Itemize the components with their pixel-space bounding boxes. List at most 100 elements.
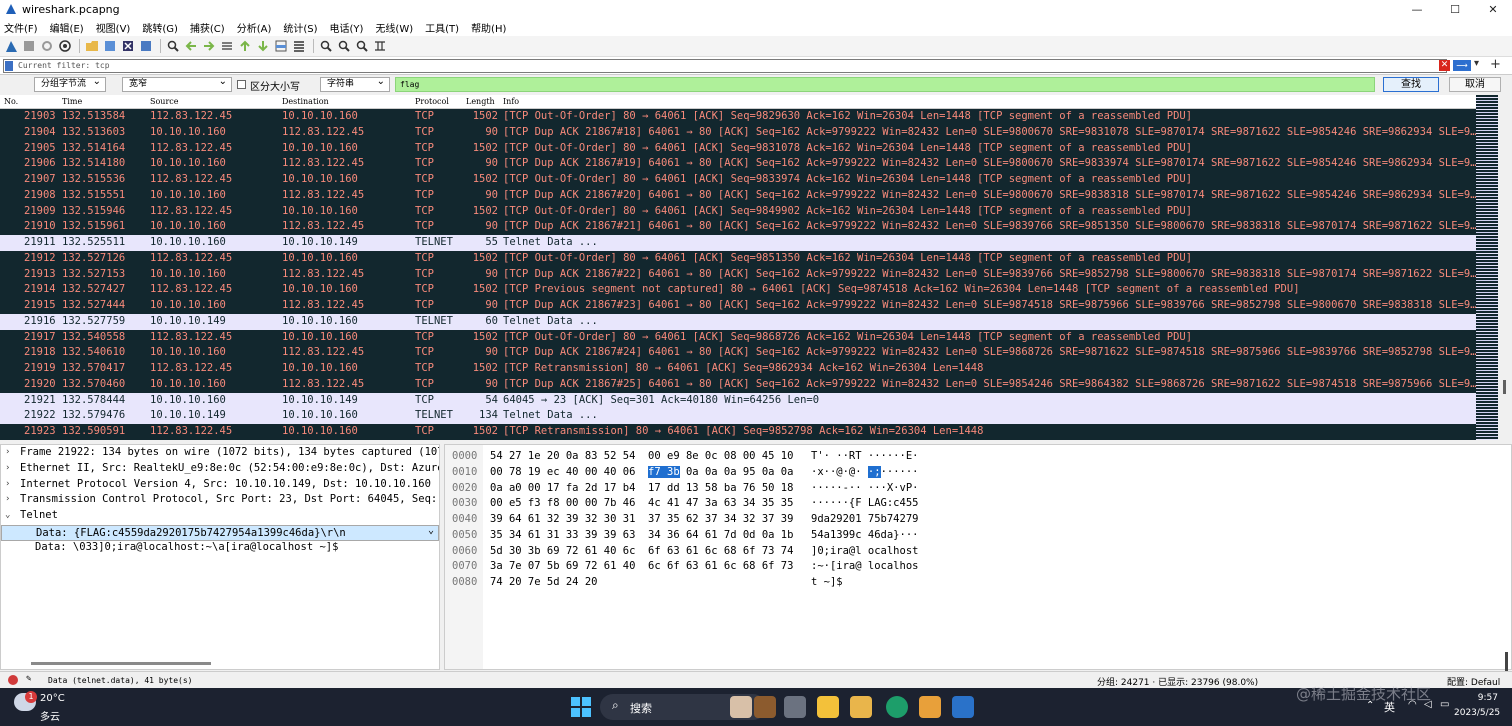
- menu-telephony[interactable]: 电话(Y): [330, 20, 364, 35]
- column-header-no[interactable]: No.: [4, 97, 18, 106]
- status-profile[interactable]: 配置: Defaul: [1447, 675, 1500, 688]
- resize-columns-icon[interactable]: [372, 38, 388, 54]
- column-header-length[interactable]: Length: [466, 97, 495, 106]
- packet-row[interactable]: 21913 132.527153 10.10.10.160 112.83.122.45…: [0, 267, 1476, 283]
- menu-file[interactable]: 文件(F): [4, 20, 38, 35]
- details-horizontal-scrollbar[interactable]: [31, 662, 211, 665]
- packet-row[interactable]: 21917 132.540558 112.83.122.45 10.10.10.160…: [0, 330, 1476, 346]
- taskbar-app-icon[interactable]: [919, 696, 941, 718]
- battery-icon[interactable]: ▭: [1440, 699, 1449, 710]
- byte-ascii[interactable]: ]0;ira@l ocalhost: [811, 544, 918, 560]
- byte-ascii[interactable]: :~·[ira@ localhos: [811, 559, 918, 575]
- restart-icon[interactable]: [39, 38, 55, 54]
- byte-hex[interactable]: 5d 30 3b 69 72 61 40 6c 6f 63 61 6c 68 6…: [490, 544, 793, 560]
- zoom-reset-icon[interactable]: [354, 38, 370, 54]
- menu-tools[interactable]: 工具(T): [425, 20, 459, 35]
- byte-ascii[interactable]: ·x··@·@· ·;······: [811, 465, 919, 481]
- menu-wireless[interactable]: 无线(W): [375, 20, 413, 35]
- packet-row[interactable]: 21919 132.570417 112.83.122.45 10.10.10.160…: [0, 361, 1476, 377]
- packet-row[interactable]: 21918 132.540610 10.10.10.160 112.83.122.45…: [0, 345, 1476, 361]
- weather-temp[interactable]: 20°C: [40, 693, 65, 704]
- column-header-time[interactable]: Time: [62, 97, 82, 106]
- search-scope-select[interactable]: 分组字节流: [34, 75, 106, 92]
- close-button[interactable]: ✕: [1474, 0, 1512, 18]
- taskbar-app-icon[interactable]: [784, 696, 806, 718]
- byte-ascii[interactable]: T'· ··RT ······E·: [811, 449, 918, 465]
- zoom-in-icon[interactable]: [318, 38, 334, 54]
- detail-tree-item[interactable]: › Transmission Control Protocol, Src Port…: [1, 492, 439, 508]
- scrollbar-thumb[interactable]: [1503, 380, 1506, 394]
- colorize-icon[interactable]: [291, 38, 307, 54]
- save-icon[interactable]: [102, 38, 118, 54]
- taskbar-app-icon[interactable]: [730, 696, 752, 718]
- start-menu-icon[interactable]: [571, 697, 591, 717]
- menu-capture[interactable]: 捕获(C): [190, 20, 225, 35]
- packet-row[interactable]: 21908 132.515551 10.10.10.160 112.83.122.45…: [0, 188, 1476, 204]
- fin-icon[interactable]: [3, 38, 19, 54]
- options-icon[interactable]: [57, 38, 73, 54]
- packet-minimap[interactable]: [1476, 95, 1498, 440]
- menu-edit[interactable]: 编辑(E): [50, 20, 84, 35]
- taskbar-app-icon[interactable]: [850, 696, 872, 718]
- edge-icon[interactable]: [886, 696, 908, 718]
- packet-row[interactable]: 21914 132.527427 112.83.122.45 10.10.10.160…: [0, 282, 1476, 298]
- packet-row[interactable]: 21912 132.527126 112.83.122.45 10.10.10.160…: [0, 251, 1476, 267]
- detail-tree-item[interactable]: › Ethernet II, Src: RealtekU_e9:8e:0c (52…: [1, 461, 439, 477]
- column-header-info[interactable]: Info: [503, 97, 519, 106]
- byte-hex[interactable]: 0a a0 00 17 fa 2d 17 b4 17 dd 13 58 ba 7…: [490, 481, 793, 497]
- byte-hex[interactable]: 74 20 7e 5d 24 20: [490, 575, 597, 591]
- packet-row[interactable]: 21911 132.525511 10.10.10.160 10.10.10.149 T…: [0, 235, 1476, 251]
- search-type-select[interactable]: 字符串: [320, 75, 390, 92]
- cancel-button[interactable]: 取消: [1449, 77, 1501, 92]
- expand-arrow-icon[interactable]: ›: [5, 477, 10, 493]
- autoscroll-icon[interactable]: [273, 38, 289, 54]
- case-sensitive-checkbox[interactable]: [237, 80, 246, 89]
- taskbar-app-icon[interactable]: [754, 696, 776, 718]
- packet-row[interactable]: 21922 132.579476 10.10.10.149 10.10.10.160 T…: [0, 408, 1476, 424]
- byte-ascii[interactable]: ·····-·· ···X·vP·: [811, 481, 918, 497]
- detail-tree-item[interactable]: ⌄ Telnet: [1, 508, 439, 524]
- byte-ascii[interactable]: ······{F LAG:c455: [811, 496, 918, 512]
- display-filter-input[interactable]: Current filter: tcp: [3, 59, 1447, 73]
- apply-filter-icon[interactable]: ⟶: [1453, 60, 1471, 71]
- packet-row[interactable]: 21923 132.590591 112.83.122.45 10.10.10.160…: [0, 424, 1476, 440]
- packet-row[interactable]: 21910 132.515961 10.10.10.160 112.83.122.45…: [0, 219, 1476, 235]
- byte-ascii[interactable]: t ~]$: [811, 575, 843, 591]
- forward-icon[interactable]: [201, 38, 217, 54]
- expand-arrow-icon[interactable]: ›: [5, 461, 10, 477]
- packet-row[interactable]: 21905 132.514164 112.83.122.45 10.10.10.160…: [0, 141, 1476, 157]
- menu-statistics[interactable]: 统计(S): [283, 20, 317, 35]
- detail-tree-item[interactable]: › Frame 21922: 134 bytes on wire (1072 bi…: [1, 445, 439, 461]
- edit-comment-icon[interactable]: ✎: [26, 674, 31, 684]
- menu-help[interactable]: 帮助(H): [471, 20, 506, 35]
- clock-time[interactable]: 9:57: [1456, 693, 1498, 703]
- byte-ascii[interactable]: 9da29201 75b74279: [811, 512, 918, 528]
- packet-row[interactable]: 21915 132.527444 10.10.10.160 112.83.122.45…: [0, 298, 1476, 314]
- wireshark-taskbar-icon[interactable]: [952, 696, 974, 718]
- clear-filter-icon[interactable]: ✕: [1439, 60, 1450, 71]
- expand-arrow-icon[interactable]: ›: [5, 492, 10, 508]
- byte-hex[interactable]: 00 78 19 ec 40 00 40 06 f7 3b 0a 0a 0a 9…: [490, 465, 793, 481]
- menu-view[interactable]: 视图(V): [96, 20, 131, 35]
- first-icon[interactable]: [237, 38, 253, 54]
- filter-dropdown-icon[interactable]: ▾: [1474, 58, 1479, 69]
- byte-hex[interactable]: 3a 7e 07 5b 69 72 61 40 6c 6f 63 61 6c 6…: [490, 559, 793, 575]
- byte-ascii[interactable]: 54a1399c 46da}···: [811, 528, 918, 544]
- packet-row[interactable]: 21921 132.578444 10.10.10.160 10.10.10.149 T…: [0, 392, 1476, 409]
- packet-row[interactable]: 21907 132.515536 112.83.122.45 10.10.10.160…: [0, 172, 1476, 188]
- expand-arrow-icon[interactable]: ⌄: [5, 508, 10, 524]
- detail-tree-item[interactable]: › Internet Protocol Version 4, Src: 10.10…: [1, 477, 439, 493]
- last-icon[interactable]: [255, 38, 271, 54]
- close-file-icon[interactable]: [120, 38, 136, 54]
- packet-row[interactable]: 21920 132.570460 10.10.10.160 112.83.122.45…: [0, 377, 1476, 393]
- clock-date[interactable]: 2023/5/25: [1454, 708, 1500, 718]
- column-header-destination[interactable]: Destination: [282, 97, 329, 106]
- file-explorer-icon[interactable]: [817, 696, 839, 718]
- find-button[interactable]: 查找: [1383, 77, 1439, 92]
- weather-condition[interactable]: 多云: [40, 708, 60, 723]
- expand-arrow-icon[interactable]: ›: [5, 445, 10, 461]
- back-icon[interactable]: [183, 38, 199, 54]
- stop-icon[interactable]: [21, 38, 37, 54]
- search-input[interactable]: flag: [395, 77, 1375, 92]
- detail-tree-item[interactable]: Data: {FLAG:c4559da2920175b7427954a1399c…: [1, 523, 439, 541]
